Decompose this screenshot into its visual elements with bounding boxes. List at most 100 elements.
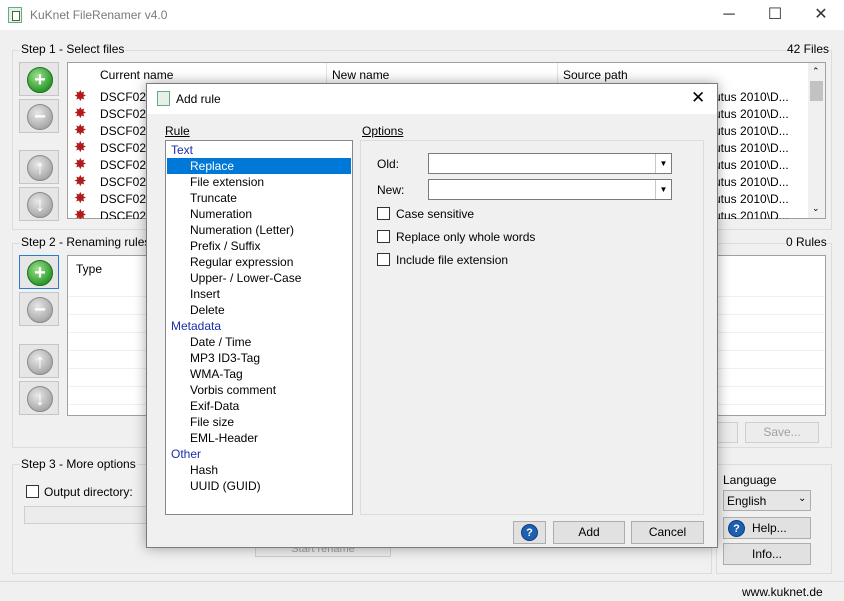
rule-item-wma-tag[interactable]: WMA-Tag [190, 367, 243, 381]
step2-title: Step 2 - Renaming rules [20, 235, 152, 249]
rule-item-upper-lower-case[interactable]: Upper- / Lower-Case [190, 271, 301, 285]
dialog-help-button[interactable]: ? [513, 521, 546, 544]
output-directory-label: Output directory: [44, 485, 133, 499]
case-sensitive-checkbox[interactable] [377, 207, 390, 220]
close-button[interactable]: ✕ [798, 0, 844, 30]
minus-icon: − [27, 104, 53, 130]
arrow-down-icon: ↓ [27, 386, 53, 412]
info-button[interactable]: Info... [723, 543, 811, 565]
rule-item-file-extension[interactable]: File extension [190, 175, 264, 189]
move-rule-down-button[interactable]: ↓ [19, 381, 59, 415]
source-path-cell: utus 2010\D... [714, 192, 789, 206]
dialog-close-button[interactable]: ✕ [691, 88, 705, 108]
move-file-up-button[interactable]: ↑ [19, 150, 59, 184]
cancel-button[interactable]: Cancel [631, 521, 704, 544]
save-rules-button[interactable]: Save... [745, 422, 819, 443]
rule-header: Rule [165, 124, 190, 138]
move-rule-up-button[interactable]: ↑ [19, 344, 59, 378]
remove-rule-button[interactable]: − [19, 292, 59, 326]
rule-item-mp3-id3-tag[interactable]: MP3 ID3-Tag [190, 351, 260, 365]
rule-item-insert[interactable]: Insert [190, 287, 220, 301]
category-other[interactable]: Other [171, 447, 201, 461]
rule-item-truncate[interactable]: Truncate [190, 191, 237, 205]
output-directory-field[interactable] [24, 506, 148, 524]
vertical-scrollbar[interactable]: ⌃ ⌄ [808, 63, 825, 218]
plus-icon: + [27, 260, 53, 286]
options-panel: Old: ▼ New: ▼ Case sensitive Replace onl… [360, 140, 704, 515]
help-icon: ? [521, 524, 538, 541]
website-link[interactable]: www.kuknet.de [742, 585, 823, 599]
source-path-cell: utus 2010\D... [714, 158, 789, 172]
language-select[interactable]: English ⌄ [723, 490, 811, 511]
add-rule-button[interactable]: + [19, 255, 59, 289]
file-icon [74, 107, 88, 121]
arrow-up-icon: ↑ [27, 349, 53, 375]
scroll-down-icon[interactable]: ⌄ [812, 203, 820, 214]
scroll-thumb[interactable] [810, 81, 823, 101]
whole-words-checkbox[interactable] [377, 230, 390, 243]
file-count: 42 Files [787, 42, 830, 56]
chevron-down-icon[interactable]: ▼ [655, 180, 671, 199]
old-value-combo[interactable]: ▼ [428, 153, 672, 174]
scroll-up-icon[interactable]: ⌃ [812, 66, 820, 77]
rule-item-numeration-letter[interactable]: Numeration (Letter) [190, 223, 294, 237]
rule-item-exif-data[interactable]: Exif-Data [190, 399, 239, 413]
current-name-cell: DSCF026 [100, 90, 153, 104]
column-separator [326, 63, 327, 83]
load-rules-button[interactable] [716, 422, 738, 443]
minus-icon: − [27, 297, 53, 323]
minimize-button[interactable]: ─ [706, 0, 752, 30]
column-current-name[interactable]: Current name [100, 68, 173, 82]
rule-item-numeration[interactable]: Numeration [190, 207, 252, 221]
remove-files-button[interactable]: − [19, 99, 59, 133]
help-label: Help... [752, 521, 787, 535]
help-button[interactable]: ? Help... [723, 517, 811, 539]
output-directory-checkbox[interactable] [26, 485, 39, 498]
new-value-combo[interactable]: ▼ [428, 179, 672, 200]
step1-title: Step 1 - Select files [20, 42, 126, 56]
column-new-name[interactable]: New name [332, 68, 389, 82]
category-text[interactable]: Text [171, 143, 193, 157]
rule-item-vorbis-comment[interactable]: Vorbis comment [190, 383, 276, 397]
file-icon [74, 209, 88, 219]
rule-item-uuid[interactable]: UUID (GUID) [190, 479, 261, 493]
language-label: Language [723, 473, 777, 487]
window-title: KuKnet FileRenamer v4.0 [30, 8, 168, 22]
file-icon [74, 175, 88, 189]
app-icon [8, 7, 22, 23]
rule-item-prefix-suffix[interactable]: Prefix / Suffix [190, 239, 260, 253]
rule-item-date-time[interactable]: Date / Time [190, 335, 251, 349]
rule-item-hash[interactable]: Hash [190, 463, 218, 477]
rule-count: 0 Rules [786, 235, 827, 249]
current-name-cell: DSCF026 [100, 107, 153, 121]
plus-icon: + [27, 67, 53, 93]
column-source-path[interactable]: Source path [563, 68, 628, 82]
current-name-cell: DSCF026 [100, 192, 153, 206]
category-metadata[interactable]: Metadata [171, 319, 221, 333]
source-path-cell: utus 2010\D... [714, 175, 789, 189]
dialog-title: Add rule [176, 92, 221, 106]
rule-item-delete[interactable]: Delete [190, 303, 225, 317]
current-name-cell: DSCF026 [100, 158, 153, 172]
rule-item-file-size[interactable]: File size [190, 415, 234, 429]
rule-type-list[interactable]: Text Replace File extension Truncate Num… [165, 140, 353, 515]
include-extension-checkbox[interactable] [377, 253, 390, 266]
arrow-down-icon: ↓ [27, 192, 53, 218]
current-name-cell: DSCF026 [100, 141, 153, 155]
current-name-cell: DSCF026 [100, 124, 153, 138]
chevron-down-icon[interactable]: ▼ [655, 154, 671, 173]
rule-item-replace[interactable]: Replace [167, 158, 351, 174]
rule-item-regular-expression[interactable]: Regular expression [190, 255, 293, 269]
move-file-down-button[interactable]: ↓ [19, 187, 59, 221]
rule-item-eml-header[interactable]: EML-Header [190, 431, 258, 445]
maximize-button[interactable]: ☐ [752, 0, 798, 30]
column-type[interactable]: Type [76, 262, 102, 276]
add-files-button[interactable]: + [19, 62, 59, 96]
status-divider [0, 581, 844, 582]
include-extension-label: Include file extension [396, 253, 509, 267]
file-icon [74, 158, 88, 172]
source-path-cell: utus 2010\D... [714, 209, 789, 219]
add-button[interactable]: Add [553, 521, 625, 544]
dialog-app-icon [157, 91, 170, 106]
column-separator [557, 63, 558, 83]
